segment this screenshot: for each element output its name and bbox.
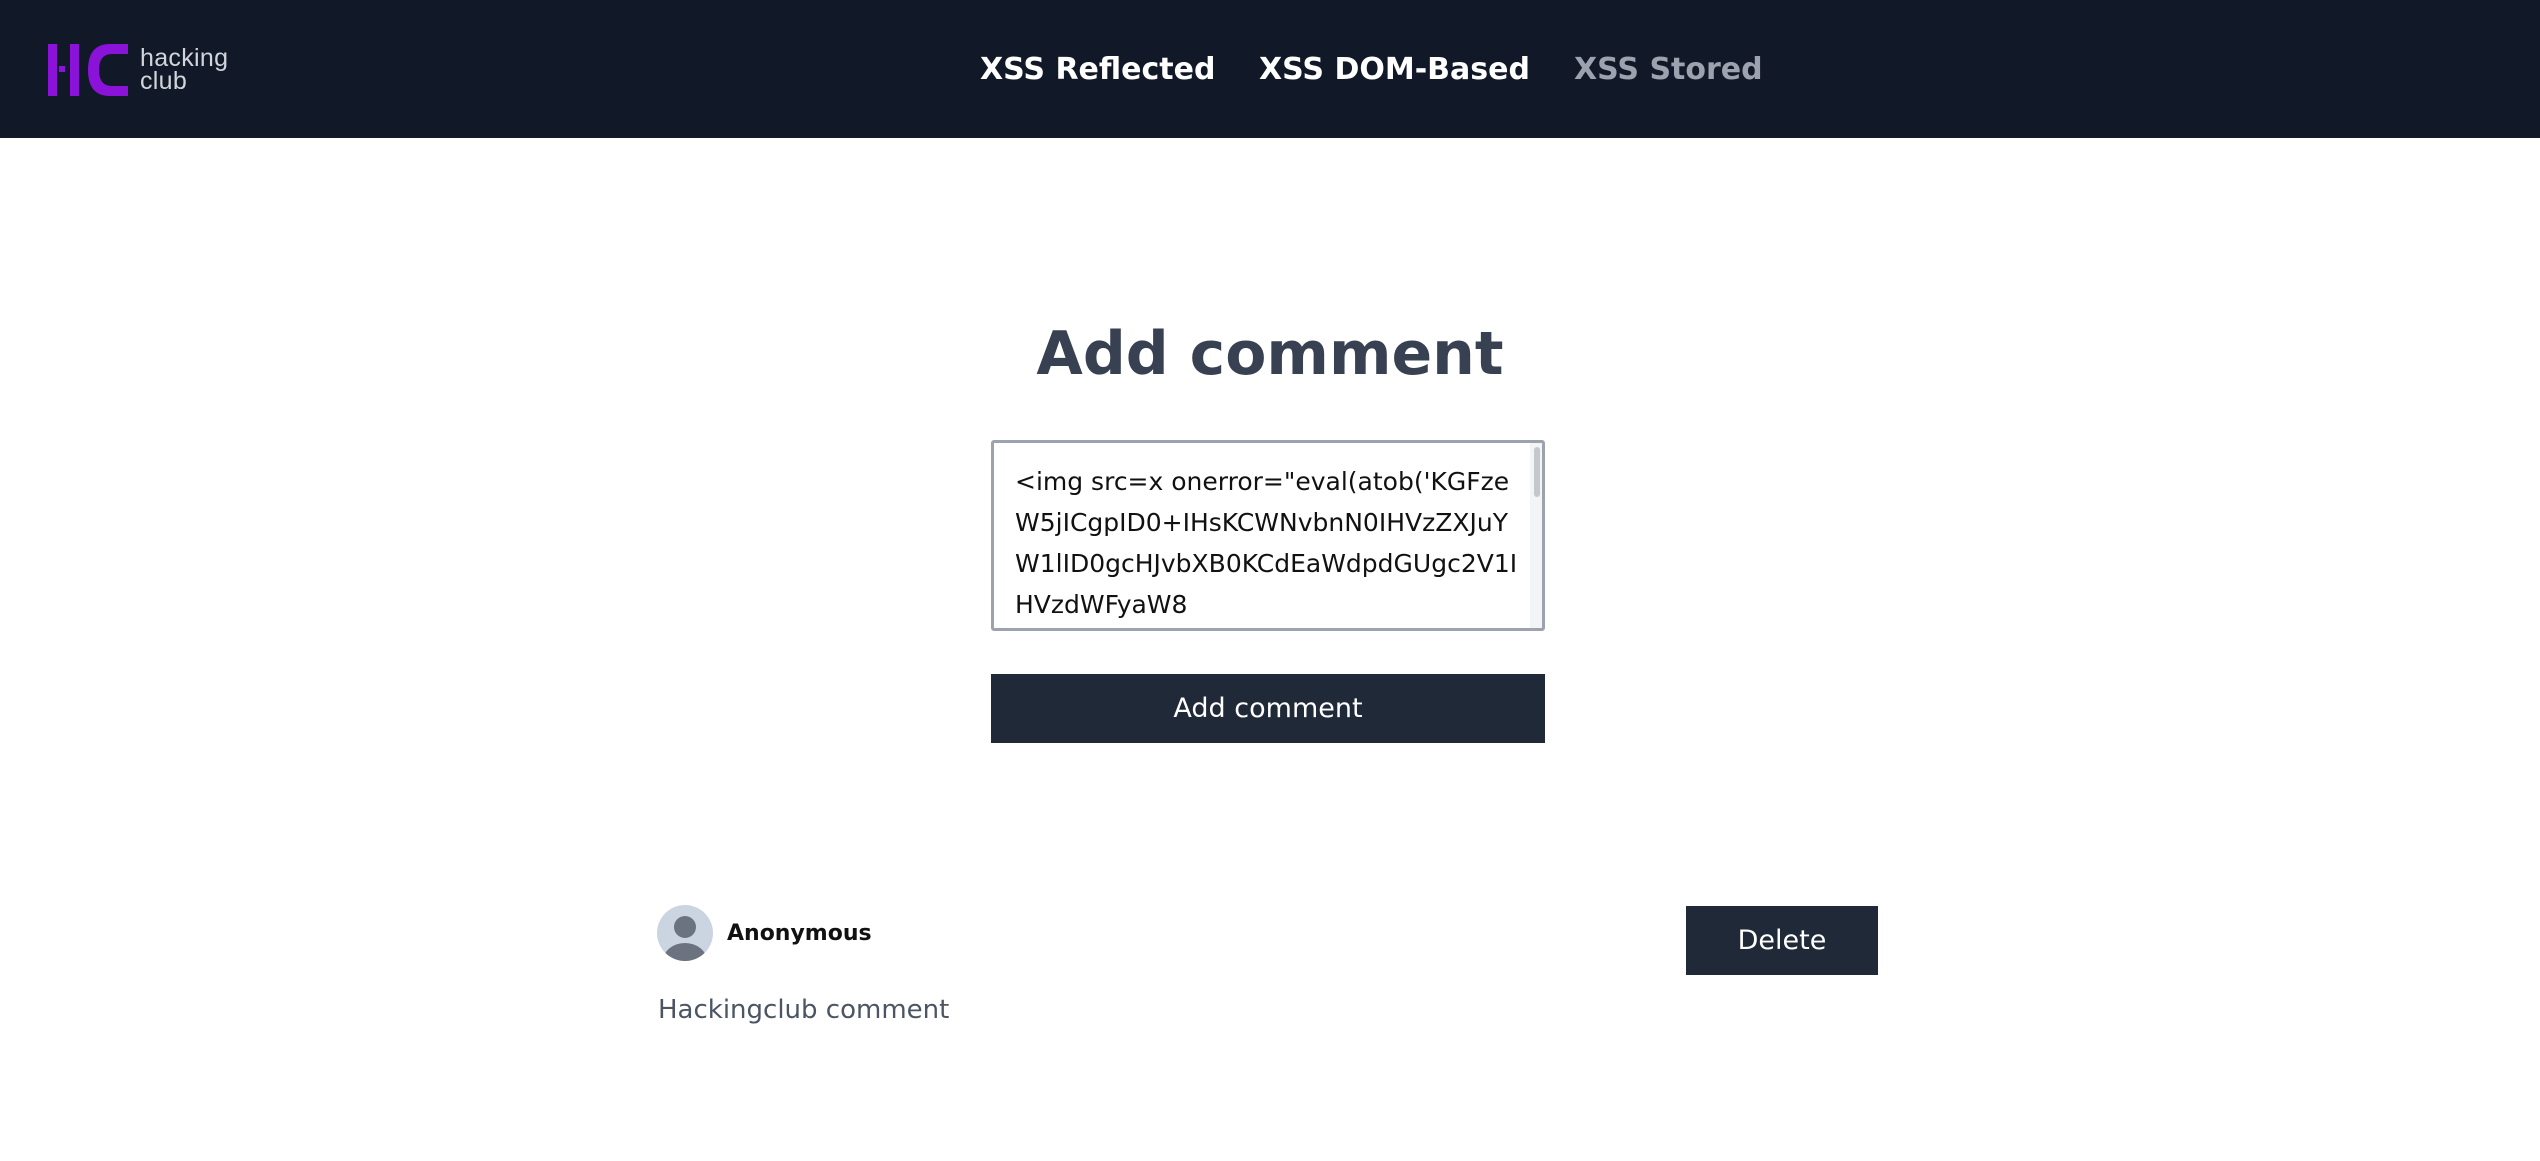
delete-comment-button[interactable]: Delete [1686, 906, 1878, 975]
page-title: Add comment [1036, 319, 1504, 389]
main-nav: XSS Reflected XSS DOM-Based XSS Stored [0, 0, 2540, 138]
comment-text: Hackingclub comment [658, 995, 950, 1025]
textarea-scrollbar[interactable] [1530, 443, 1542, 628]
avatar [657, 905, 713, 961]
top-navbar: hacking club XSS Reflected XSS DOM-Based… [0, 0, 2540, 138]
textarea-scrollbar-thumb[interactable] [1534, 447, 1540, 497]
add-comment-button[interactable]: Add comment [991, 674, 1545, 743]
nav-link-xss-dom-based[interactable]: XSS DOM-Based [1259, 52, 1530, 88]
nav-link-xss-stored[interactable]: XSS Stored [1574, 52, 1763, 88]
user-avatar-icon [663, 916, 707, 961]
comment-item: Anonymous Hackingclub comment Delete [657, 905, 1879, 1035]
comment-author: Anonymous [727, 921, 872, 946]
comment-textarea-wrapper [991, 440, 1545, 631]
nav-link-xss-reflected[interactable]: XSS Reflected [980, 52, 1215, 88]
comment-textarea[interactable] [994, 443, 1530, 628]
